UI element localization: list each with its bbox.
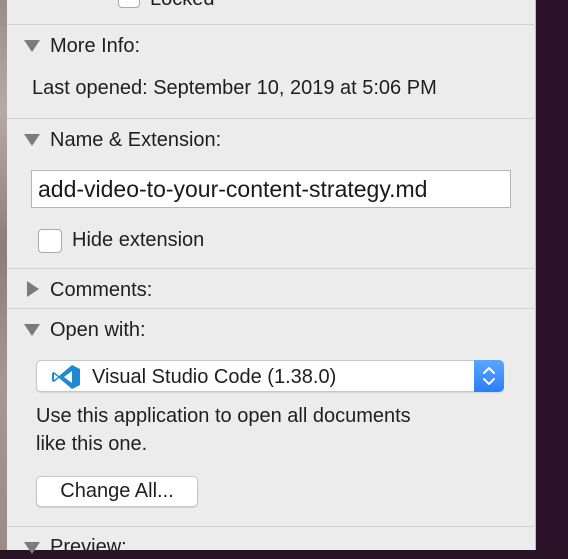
section-divider — [7, 268, 536, 269]
change-all-button[interactable]: Change All... — [36, 476, 198, 507]
section-divider — [7, 24, 536, 25]
disclosure-expanded-icon[interactable] — [24, 324, 40, 336]
preview-title: Preview: — [50, 536, 127, 558]
disclosure-expanded-icon[interactable] — [24, 40, 40, 52]
disclosure-expanded-icon[interactable] — [24, 542, 40, 554]
disclosure-collapsed-icon[interactable] — [27, 281, 39, 297]
get-info-panel: Locked More Info: Last opened: September… — [7, 0, 536, 558]
background-window-edge — [0, 0, 7, 550]
section-divider — [7, 526, 536, 527]
chevron-up-down-icon — [483, 367, 495, 385]
open-with-description-line1: Use this application to open all documen… — [36, 405, 411, 427]
application-popup[interactable]: Visual Studio Code (1.38.0) — [36, 360, 504, 392]
filename-field[interactable] — [31, 170, 511, 208]
visual-studio-code-icon — [51, 364, 81, 390]
locked-checkbox[interactable] — [118, 0, 140, 8]
section-divider — [7, 118, 536, 119]
section-divider — [7, 308, 536, 309]
comments-title: Comments: — [50, 279, 153, 301]
popup-stepper[interactable] — [474, 360, 504, 392]
open-with-description-line2: like this one. — [36, 433, 148, 455]
more-info-title: More Info: — [50, 35, 141, 57]
last-opened-text: Last opened: September 10, 2019 at 5:06 … — [32, 77, 437, 99]
locked-label: Locked — [150, 0, 215, 11]
selected-application-label: Visual Studio Code (1.38.0) — [92, 366, 337, 388]
hide-extension-checkbox[interactable] — [38, 229, 62, 253]
filename-input[interactable] — [32, 171, 510, 207]
disclosure-expanded-icon[interactable] — [24, 134, 40, 146]
hide-extension-label: Hide extension — [72, 229, 205, 251]
name-extension-title: Name & Extension: — [50, 129, 222, 151]
desktop-background — [537, 0, 568, 550]
open-with-title: Open with: — [50, 319, 146, 341]
